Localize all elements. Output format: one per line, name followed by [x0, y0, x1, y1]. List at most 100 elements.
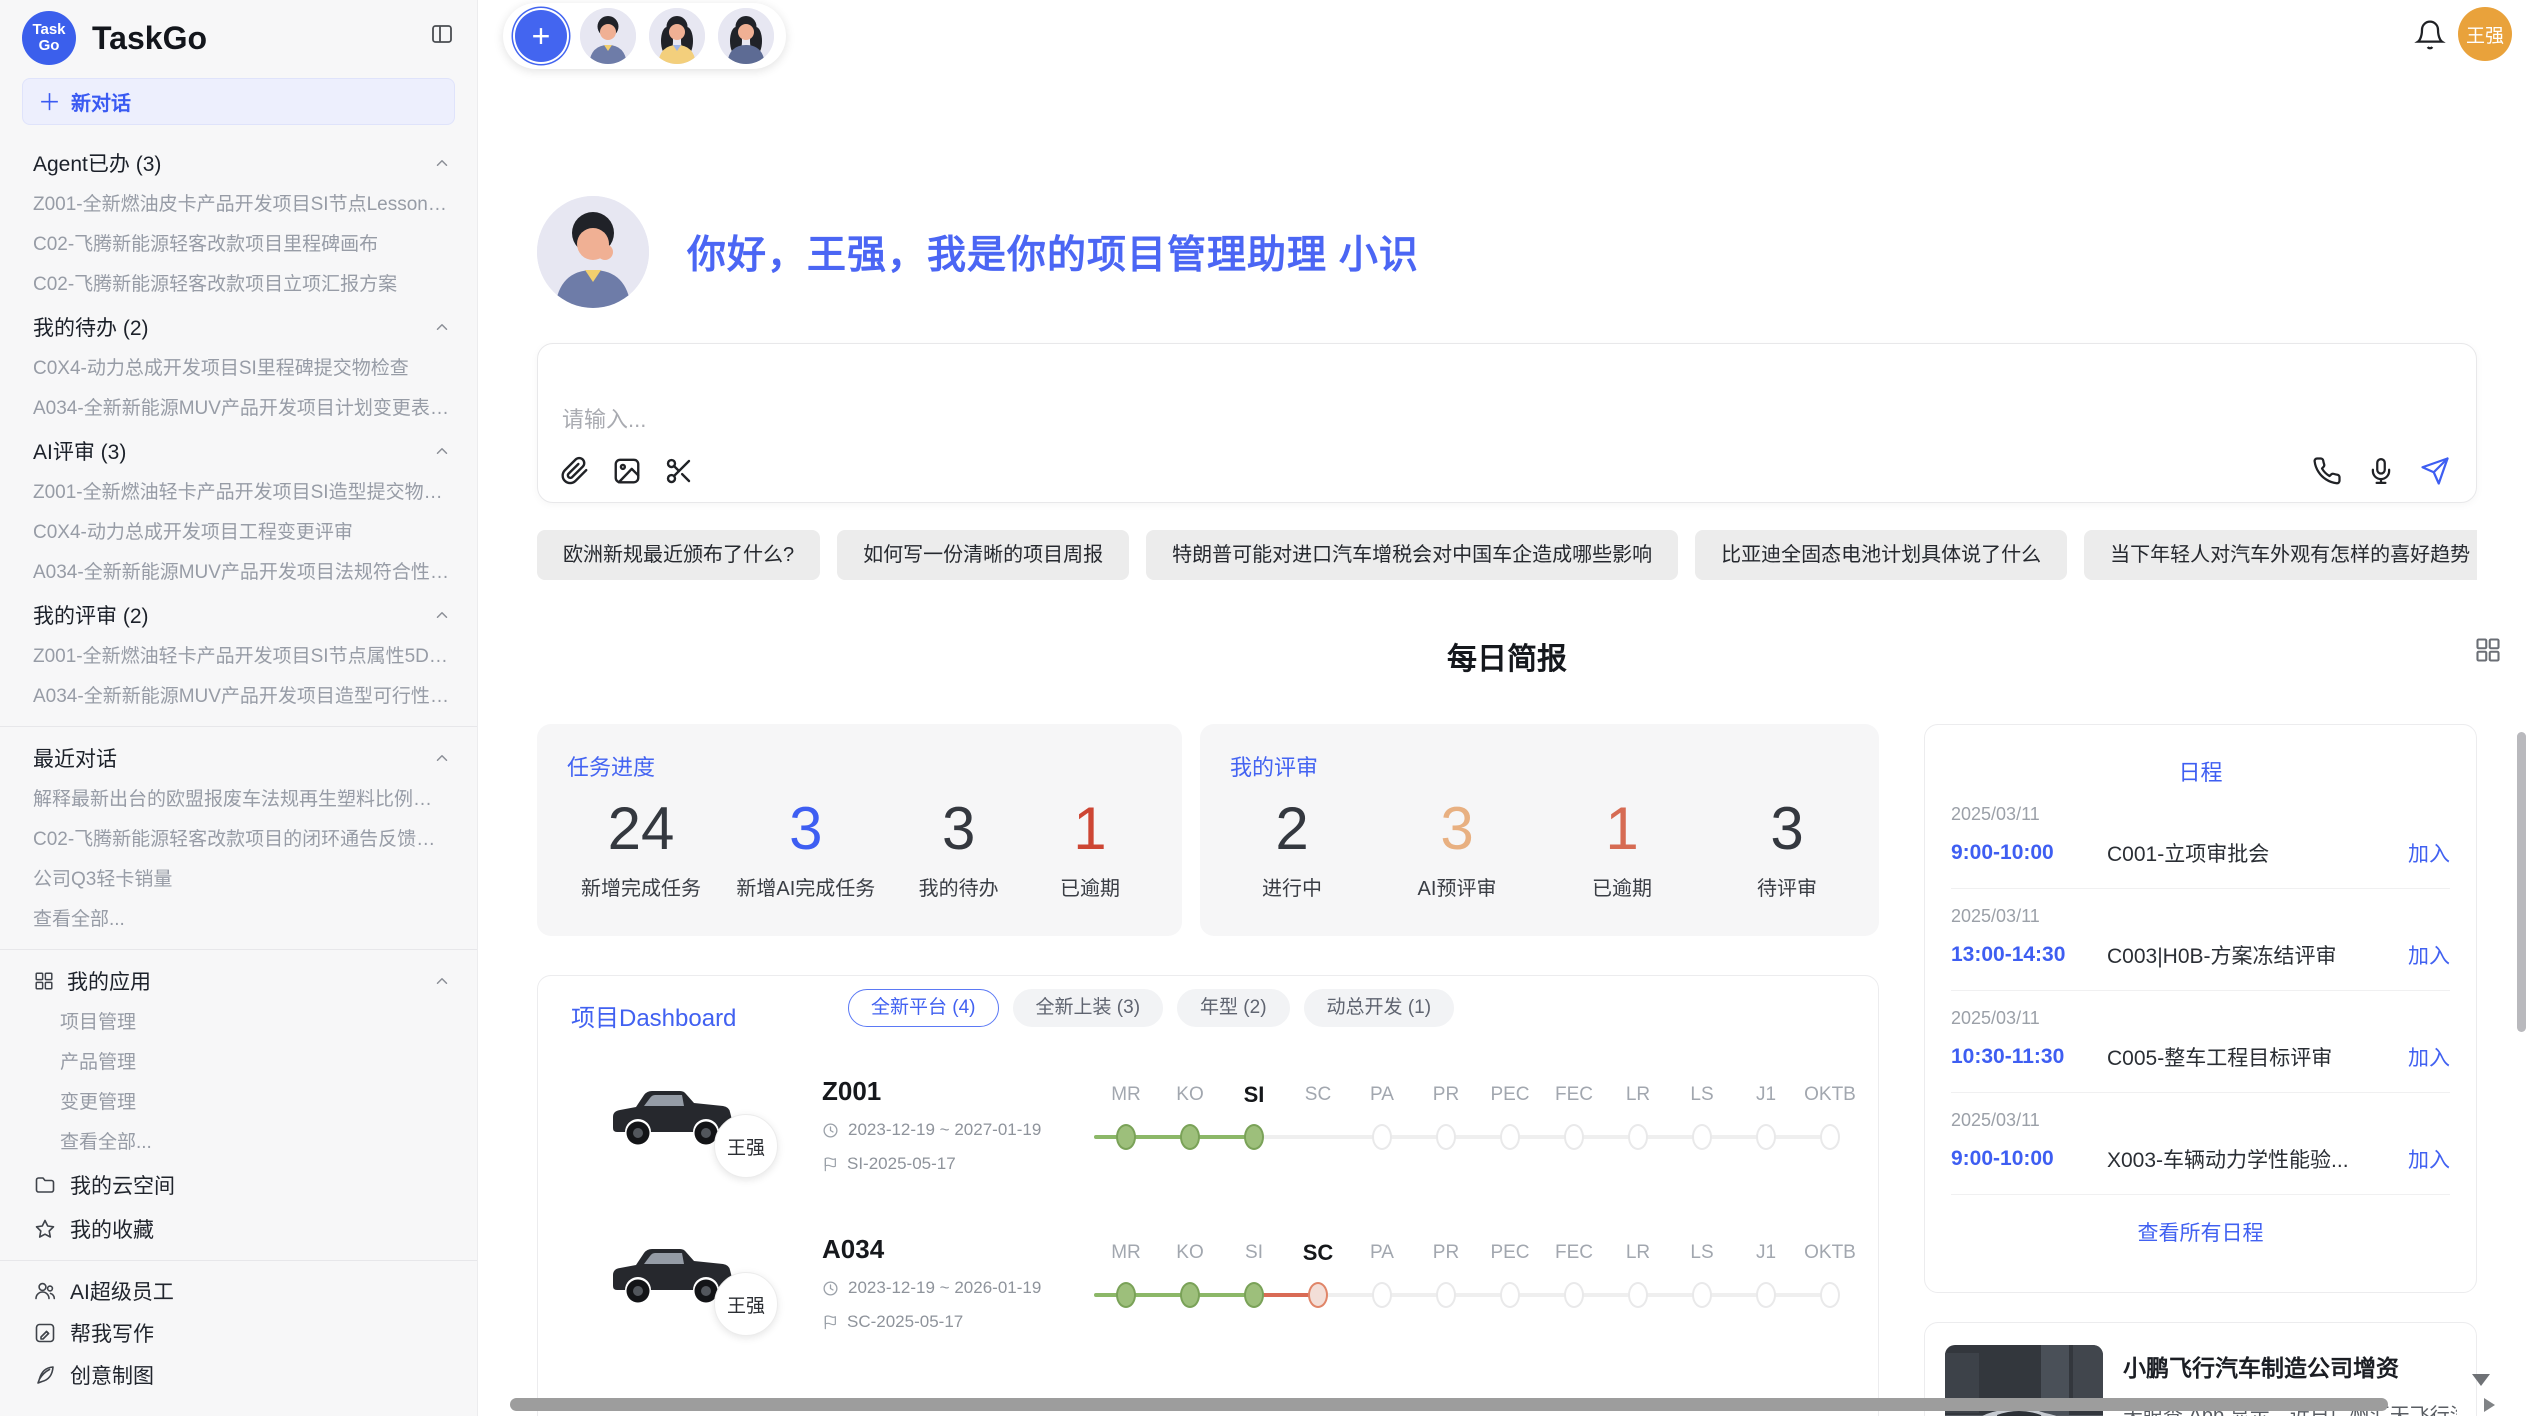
divider [0, 949, 477, 950]
notification-bell-icon[interactable] [2414, 18, 2446, 52]
schedule-card: 日程 2025/03/119:00-10:00C001-立项审批会加入 2025/… [1924, 724, 2477, 1293]
scroll-down-arrow-icon[interactable] [2472, 1374, 2490, 1386]
dashboard-tab[interactable]: 全新平台 (4) [848, 989, 999, 1027]
sidebar-section-header-sec0[interactable]: Agent已办 (3) [0, 141, 477, 185]
event-row: 10:30-11:30C005-整车工程目标评审加入 [1951, 1039, 2450, 1075]
suggestion-chip[interactable]: 特朗普可能对进口汽车增税会对中国车企造成哪些影响 [1146, 530, 1678, 580]
join-link[interactable]: 加入 [2408, 838, 2450, 868]
flag-icon [822, 1314, 838, 1330]
scroll-right-arrow-icon[interactable] [2484, 1398, 2495, 1412]
dashboard-tab[interactable]: 动总开发 (1) [1304, 989, 1455, 1027]
new-chat-button[interactable]: ＋ 新对话 [22, 78, 455, 125]
scissors-icon[interactable] [664, 456, 694, 486]
member-avatar[interactable] [580, 8, 636, 64]
sidebar-item[interactable]: 查看全部... [0, 900, 477, 940]
sidebar-item[interactable]: 变更管理 [0, 1083, 477, 1123]
user-avatar-badge[interactable]: 王强 [2458, 7, 2512, 61]
sidebar-item[interactable]: A034-全新新能源MUV产品开发项目法规符合性评审 [0, 553, 477, 593]
sidebar: Task Go TaskGo ＋ 新对话 Agent已办 (3)Z001-全新燃… [0, 0, 478, 1416]
milestone-dot [1308, 1282, 1328, 1308]
sidebar-item[interactable]: C0X4-动力总成开发项目SI里程碑提交物检查 [0, 349, 477, 389]
event-time: 13:00-14:30 [1951, 943, 2103, 967]
sidebar-item[interactable]: Z001-全新燃油轻卡产品开发项目SI造型提交物评审 [0, 473, 477, 513]
sidebar-item[interactable]: C02-飞腾新能源轻客改款项目里程碑画布 [0, 225, 477, 265]
sidebar-item-users[interactable]: AI超级员工 [0, 1270, 477, 1312]
chevron-up-icon [433, 972, 451, 990]
member-avatar[interactable] [649, 8, 705, 64]
send-icon[interactable] [2420, 456, 2450, 486]
event-date: 2025/03/11 [1951, 1110, 2450, 1136]
image-icon[interactable] [612, 456, 642, 486]
sidebar-item[interactable]: 解释最新出台的欧盟报废车法规再生塑料比例被调至15%... [0, 780, 477, 820]
sidebar-item-quill[interactable]: 创意制图 [0, 1354, 477, 1396]
sidebar-item[interactable]: 查看全部... [0, 1123, 477, 1163]
schedule-title: 日程 [1951, 755, 2450, 787]
sidebar-item[interactable]: Z001-全新燃油皮卡产品开发项目SI节点Lesson Learn报告 [0, 185, 477, 225]
milestone-label: PA [1350, 1238, 1414, 1268]
divider [1951, 1194, 2450, 1195]
sidebar-section-header-apps[interactable]: 我的应用 [0, 959, 477, 1003]
sidebar-item[interactable]: A034-全新新能源MUV产品开发项目造型可行性评审 [0, 677, 477, 717]
chat-composer [537, 343, 2477, 503]
sidebar-section-header-sec1[interactable]: 我的待办 (2) [0, 305, 477, 349]
chevron-up-icon [433, 154, 451, 172]
dashboard-tab[interactable]: 年型 (2) [1177, 989, 1290, 1027]
sidebar-item-star[interactable]: 我的收藏 [0, 1207, 477, 1251]
attachment-icon[interactable] [560, 456, 590, 486]
add-member-button[interactable]: + [515, 10, 567, 62]
divider [0, 726, 477, 727]
sidebar-item[interactable]: Z001-全新燃油轻卡产品开发项目SI节点属性5D文件评审 [0, 637, 477, 677]
sidebar-item[interactable]: A034-全新新能源MUV产品开发项目计划变更表编写 [0, 389, 477, 429]
join-link[interactable]: 加入 [2408, 940, 2450, 970]
layout-grid-icon[interactable] [2474, 636, 2502, 664]
suggestion-chip[interactable]: 当下年轻人对汽车外观有怎样的喜好趋势 [2084, 530, 2477, 580]
member-avatar[interactable] [718, 8, 774, 64]
sidebar-item[interactable]: C02-飞腾新能源轻客改款项目立项汇报方案 [0, 265, 477, 305]
event-date: 2025/03/11 [1951, 1008, 2450, 1034]
suggestion-chip[interactable]: 欧洲新规最近颁布了什么? [537, 530, 820, 580]
event-date: 2025/03/11 [1951, 906, 2450, 932]
dashboard-tab[interactable]: 全新上装 (3) [1013, 989, 1164, 1027]
sidebar-item[interactable]: 公司Q3轻卡销量 [0, 860, 477, 900]
milestone-labels: MRKOSISCPAPRPECFECLRLSJ1OKTB [1094, 1080, 1862, 1110]
horizontal-scrollbar[interactable] [510, 1398, 2388, 1411]
chevron-up-icon [433, 749, 451, 767]
milestone-dot [1180, 1124, 1200, 1150]
sidebar-item-folder[interactable]: 我的云空间 [0, 1163, 477, 1207]
stat-item: 3AI预评审 [1409, 794, 1505, 901]
chat-input[interactable] [562, 400, 1962, 440]
milestone-dot [1756, 1124, 1776, 1150]
project-flag-text: SI-2025-05-17 [847, 1154, 956, 1174]
sidebar-section-header-sec2[interactable]: AI评审 (3) [0, 429, 477, 473]
milestone-label: SC [1286, 1080, 1350, 1110]
stat-card-title: 我的评审 [1230, 750, 1849, 782]
stat-row: 24新增完成任务3新增AI完成任务3我的待办1已逾期 [567, 794, 1152, 901]
suggestion-chip[interactable]: 比亚迪全固态电池计划具体说了什么 [1695, 530, 2067, 580]
stat-value: 3 [1739, 794, 1835, 864]
sidebar-item[interactable]: C0X4-动力总成开发项目工程变更评审 [0, 513, 477, 553]
join-link[interactable]: 加入 [2408, 1042, 2450, 1072]
logo-text-bottom: Go [39, 38, 60, 54]
section-title: Agent已办 (3) [33, 148, 433, 178]
sidebar-section-header-sec3[interactable]: 我的评审 (2) [0, 593, 477, 637]
sidebar-item-write[interactable]: 帮我写作 [0, 1312, 477, 1354]
stat-row: 2进行中3AI预评审1已逾期3待评审 [1230, 794, 1849, 901]
sidebar-item[interactable]: 产品管理 [0, 1043, 477, 1083]
stat-label: 已逾期 [1574, 872, 1670, 901]
sidebar-item[interactable]: C02-飞腾新能源轻客改款项目的闭环通告反馈情况 [0, 820, 477, 860]
app-window: Task Go TaskGo ＋ 新对话 Agent已办 (3)Z001-全新燃… [0, 0, 2532, 1416]
sidebar-collapse-icon[interactable] [429, 22, 455, 46]
sidebar-section-header-recent[interactable]: 最近对话 [0, 736, 477, 780]
view-all-schedule-link[interactable]: 查看所有日程 [1951, 1217, 2450, 1247]
plus-icon: ＋ [38, 92, 61, 112]
suggestion-chip[interactable]: 如何写一份清晰的项目周报 [837, 530, 1129, 580]
sidebar-item[interactable]: 项目管理 [0, 1003, 477, 1043]
workspace-members-bar: + [503, 3, 786, 69]
schedule-event: 2025/03/119:00-10:00C001-立项审批会加入 [1951, 787, 2450, 889]
microphone-icon[interactable] [2366, 456, 2396, 486]
vertical-scrollbar[interactable] [2517, 732, 2526, 1032]
join-link[interactable]: 加入 [2408, 1144, 2450, 1174]
phone-icon[interactable] [2312, 456, 2342, 486]
stat-value: 1 [1574, 794, 1670, 864]
dashboard-title: 项目Dashboard [571, 998, 736, 1033]
